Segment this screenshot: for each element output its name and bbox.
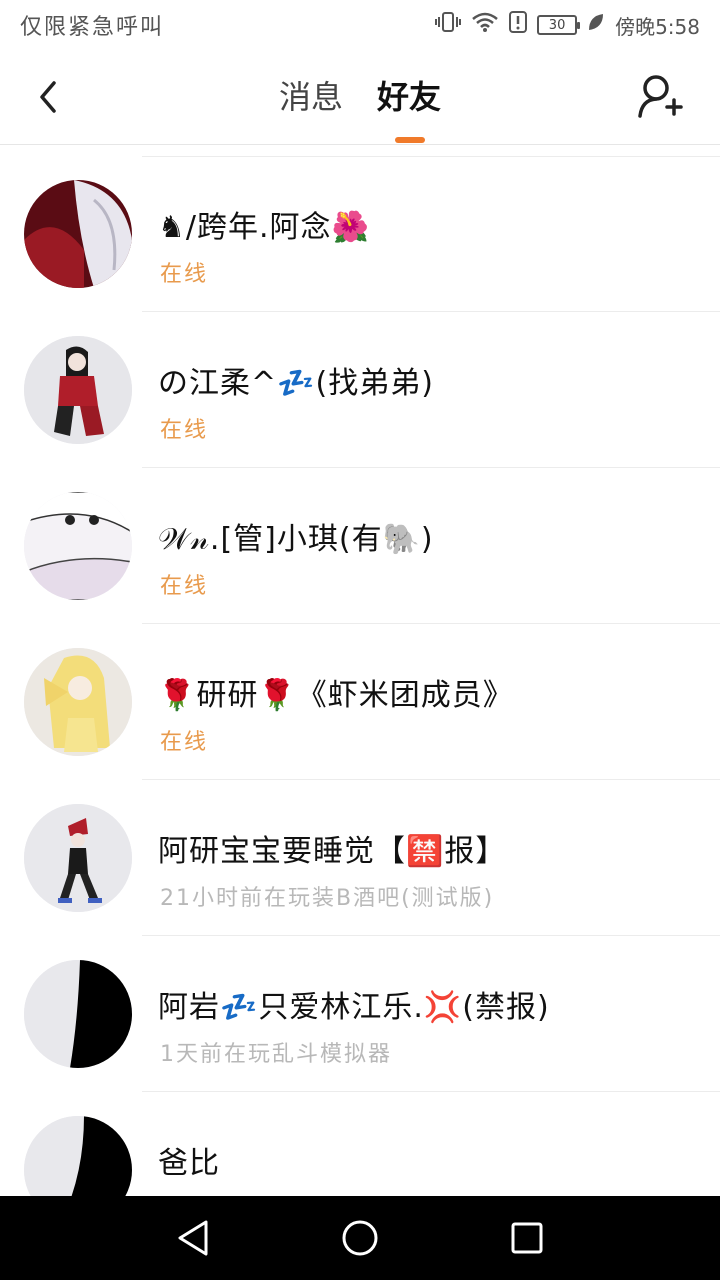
status-network-text: 仅限紧急呼叫 xyxy=(20,15,165,40)
tab-friends[interactable]: 好友 xyxy=(377,72,441,128)
avatar xyxy=(24,1116,132,1196)
friend-row[interactable]: ♞/跨年.阿念🌺 在线 xyxy=(0,156,720,312)
friend-row[interactable]: 𝒲𝓃.[管]小琪(有🐘) 在线 xyxy=(0,468,720,624)
header: 消息 好友 xyxy=(0,50,720,145)
avatar xyxy=(24,180,132,288)
add-friend-button[interactable] xyxy=(636,72,686,122)
friend-name: 阿研宝宝要睡觉【🈲报】 xyxy=(158,834,507,869)
friend-row[interactable]: 爸比 xyxy=(0,1092,720,1196)
status-clock: 傍晚5:58 xyxy=(615,14,700,39)
navigation-bar xyxy=(0,1196,720,1280)
nav-recents-button[interactable] xyxy=(497,1208,557,1268)
avatar xyxy=(24,492,132,600)
wifi-icon xyxy=(471,11,499,39)
friend-status: 1天前在玩乱斗模拟器 xyxy=(160,1042,392,1067)
friend-name: 𝒲𝓃.[管]小琪(有🐘) xyxy=(158,522,434,557)
triangle-back-icon xyxy=(178,1220,208,1256)
friend-row[interactable]: 阿岩💤只爱林江乐.💢(禁报) 1天前在玩乱斗模拟器 xyxy=(0,936,720,1092)
friend-name: 阿岩💤只爱林江乐.💢(禁报) xyxy=(158,990,550,1025)
leaf-icon xyxy=(587,12,605,38)
friend-status: 在线 xyxy=(160,730,209,755)
friend-status: 21小时前在玩装B酒吧(测试版) xyxy=(160,886,495,911)
avatar xyxy=(24,960,132,1068)
friend-status: 在线 xyxy=(160,574,209,599)
vibrate-icon xyxy=(435,11,462,39)
friend-name: 🌹研研🌹《虾米团成员》 xyxy=(158,678,514,713)
avatar xyxy=(24,804,132,912)
avatar xyxy=(24,336,132,444)
status-icons: 30 傍晚5:58 xyxy=(435,11,700,40)
friend-row[interactable]: 阿研宝宝要睡觉【🈲报】 21小时前在玩装B酒吧(测试版) xyxy=(0,780,720,936)
friend-row[interactable]: の江柔^💤(找弟弟) 在线 xyxy=(0,312,720,468)
circle-home-icon xyxy=(342,1220,378,1256)
friend-status: 在线 xyxy=(160,262,209,287)
friend-name: ♞/跨年.阿念🌺 xyxy=(158,210,370,245)
battery-icon: 30 xyxy=(537,15,581,35)
nav-back-button[interactable] xyxy=(163,1208,223,1268)
nav-home-button[interactable] xyxy=(330,1208,390,1268)
friend-name: の江柔^💤(找弟弟) xyxy=(158,366,434,401)
active-tab-indicator xyxy=(395,137,425,143)
friend-status: 在线 xyxy=(160,418,209,443)
status-bar: 仅限紧急呼叫 30 傍晚5:58 xyxy=(0,0,720,50)
friend-list: ♞/跨年.阿念🌺 在线 の江柔^💤(找弟弟) 在线 𝒲𝓃.[管]小琪(有🐘) 在… xyxy=(0,145,720,1196)
friend-row[interactable]: 🌹研研🌹《虾米团成员》 在线 xyxy=(0,624,720,780)
avatar xyxy=(24,648,132,756)
square-recents-icon xyxy=(511,1222,543,1254)
friend-name: 爸比 xyxy=(158,1146,220,1181)
alert-icon xyxy=(509,11,528,39)
tab-messages[interactable]: 消息 xyxy=(279,72,343,128)
tab-bar: 消息 好友 xyxy=(0,72,720,128)
add-user-icon xyxy=(638,75,683,118)
